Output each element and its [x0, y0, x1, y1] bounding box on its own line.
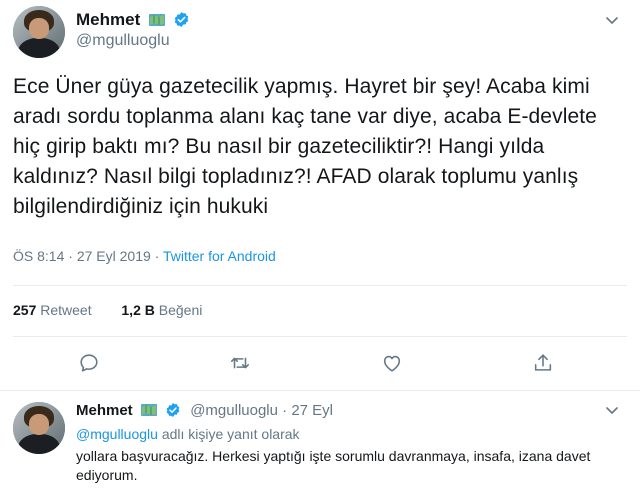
reply-mention-link[interactable]: @mgulluoglu — [76, 426, 158, 442]
retweet-stat[interactable]: 257 Retweet — [13, 302, 92, 318]
author-block: Mehmet @mgulluoglu — [76, 10, 190, 50]
chevron-down-icon[interactable] — [604, 402, 620, 423]
reply-icon[interactable] — [78, 352, 100, 374]
like-label: Beğeni — [158, 302, 203, 318]
author-name[interactable]: Mehmet — [76, 10, 140, 29]
verified-badge-icon — [173, 11, 190, 28]
divider — [13, 285, 627, 286]
like-stat[interactable]: 1,2 B Beğeni — [121, 302, 202, 318]
tweet-time[interactable]: ÖS 8:14 — [13, 248, 64, 264]
tweet-date[interactable]: 27 Eyl 2019 — [77, 248, 151, 264]
reply-author-row: Mehmet @mgulluoglu · 27 Eyl — [76, 402, 333, 419]
tweet-stats: 257 Retweet 1,2 B Beğeni — [13, 302, 202, 318]
retweet-count: 257 — [13, 302, 37, 318]
share-icon[interactable] — [532, 352, 554, 374]
verified-badge-icon — [165, 402, 182, 419]
tweet-meta: ÖS 8:14 · 27 Eyl 2019 · Twitter for Andr… — [13, 248, 276, 264]
reply-date[interactable]: 27 Eyl — [291, 402, 333, 419]
replying-to: @mgulluoglu adlı kişiye yanıt olarak — [76, 426, 300, 442]
chevron-down-icon[interactable] — [604, 12, 620, 33]
avatar[interactable] — [13, 6, 65, 58]
like-count: 1,2 B — [121, 302, 155, 318]
avatar[interactable] — [13, 402, 65, 454]
map-flag-icon — [140, 403, 157, 416]
reply-author-handle[interactable]: @mgulluoglu — [190, 402, 278, 419]
divider — [0, 390, 640, 391]
reply-text: yollara başvuracağız. Herkesi yaptığı iş… — [76, 448, 591, 483]
divider — [13, 336, 627, 337]
replying-to-label: adlı kişiye yanıt olarak — [161, 426, 300, 442]
author-handle[interactable]: @mgulluoglu — [76, 32, 190, 50]
tweet-text: Ece Üner güya gazetecilik yapmış. Hayret… — [13, 75, 597, 218]
like-icon[interactable] — [381, 352, 403, 374]
meta-separator: · — [282, 402, 288, 419]
meta-separator: · — [68, 248, 73, 264]
map-flag-icon — [148, 13, 165, 26]
retweet-icon[interactable] — [229, 352, 251, 374]
retweet-label: Retweet — [40, 302, 92, 318]
meta-separator: · — [154, 248, 160, 264]
reply-author-name[interactable]: Mehmet — [76, 402, 133, 419]
tweet-actions — [0, 352, 640, 376]
reply-tweet[interactable]: Mehmet @mgulluoglu · 27 Eyl @mgulluoglu … — [0, 392, 640, 498]
tweet-source-link[interactable]: Twitter for Android — [163, 248, 276, 264]
